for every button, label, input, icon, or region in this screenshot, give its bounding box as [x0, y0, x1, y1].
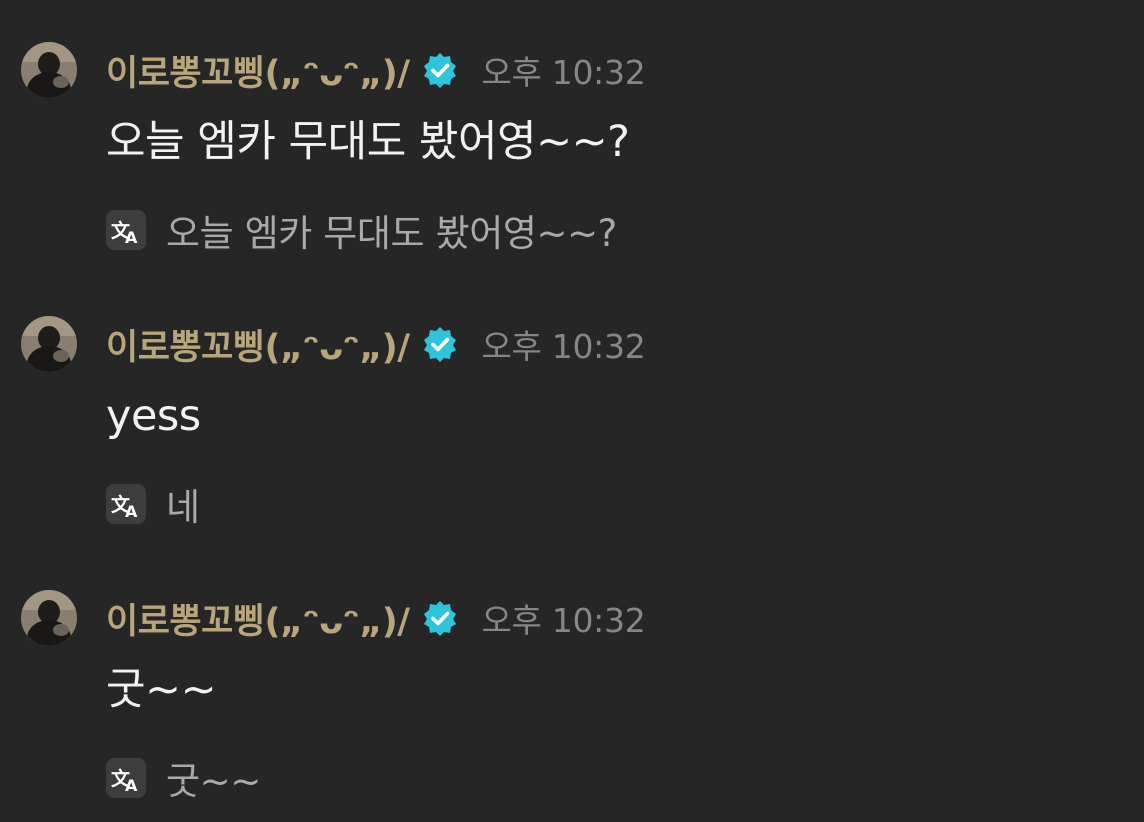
translate-icon[interactable]: 文 A [106, 484, 146, 524]
translate-icon[interactable]: 文 A [106, 758, 146, 798]
verified-badge-icon [421, 51, 459, 89]
message-timestamp: 오후 10:32 [481, 601, 646, 640]
message-header: 이로뽕꼬삥(„ᵔᴗᵔ„)/ 오후 10:32 [106, 592, 646, 644]
verified-badge-icon [421, 325, 459, 363]
translation-row: 文 A 네 [106, 480, 200, 529]
message-text: 오늘 엠카 무대도 봤어영~~? [106, 117, 630, 167]
message-header: 이로뽕꼬삥(„ᵔᴗᵔ„)/ 오후 10:32 [106, 44, 646, 96]
svg-text:A: A [125, 228, 138, 246]
svg-text:A: A [125, 776, 138, 794]
author-name[interactable]: 이로뽕꼬삥(„ᵔᴗᵔ„)/ [106, 319, 410, 370]
message-header: 이로뽕꼬삥(„ᵔᴗᵔ„)/ 오후 10:32 [106, 318, 646, 370]
message-timestamp: 오후 10:32 [481, 327, 646, 366]
translation-text: 굿~~ [166, 760, 261, 803]
message-text: yess [106, 391, 201, 441]
translation-text: 네 [166, 486, 200, 529]
verified-badge-icon [421, 599, 459, 637]
user-avatar[interactable] [21, 316, 77, 372]
message-text: 굿~~ [106, 665, 217, 715]
user-avatar[interactable] [21, 590, 77, 646]
chat-message: 이로뽕꼬삥(„ᵔᴗᵔ„)/ 오후 10:32 오늘 엠카 무대도 봤어영~~? … [0, 0, 1144, 274]
author-name[interactable]: 이로뽕꼬삥(„ᵔᴗᵔ„)/ [106, 593, 410, 644]
chat-message: 이로뽕꼬삥(„ᵔᴗᵔ„)/ 오후 10:32 굿~~ 文 A 굿~~ [0, 548, 1144, 822]
translation-row: 文 A 굿~~ [106, 754, 261, 803]
translation-row: 文 A 오늘 엠카 무대도 봤어영~~? [106, 206, 617, 255]
translation-text: 오늘 엠카 무대도 봤어영~~? [166, 212, 617, 255]
message-timestamp: 오후 10:32 [481, 53, 646, 92]
user-avatar[interactable] [21, 42, 77, 98]
translate-icon[interactable]: 文 A [106, 210, 146, 250]
svg-text:A: A [125, 502, 138, 520]
chat-message: 이로뽕꼬삥(„ᵔᴗᵔ„)/ 오후 10:32 yess 文 A 네 [0, 274, 1144, 548]
author-name[interactable]: 이로뽕꼬삥(„ᵔᴗᵔ„)/ [106, 45, 410, 96]
